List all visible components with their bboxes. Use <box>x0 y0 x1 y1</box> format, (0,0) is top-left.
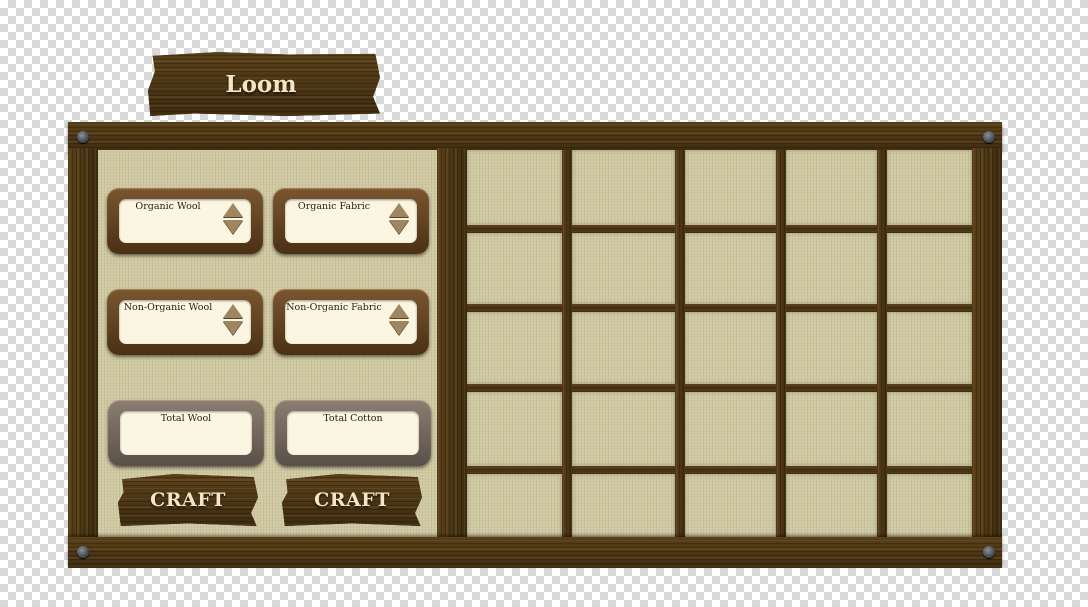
inventory-slot[interactable] <box>572 150 675 225</box>
inventory-slot[interactable] <box>887 474 972 538</box>
inventory-slot[interactable] <box>786 392 877 466</box>
total-wool-field: Total Wool <box>108 400 264 466</box>
bolt-icon <box>983 131 995 143</box>
title-sign: Loom <box>148 52 380 116</box>
non-organic-fabric-decrease-icon[interactable] <box>389 321 409 335</box>
inventory-slot[interactable] <box>786 312 877 384</box>
inventory-slot[interactable] <box>685 392 776 466</box>
frame-top-rail <box>68 122 1002 152</box>
non-organic-wool-field[interactable]: Non-Organic Wool <box>107 289 263 355</box>
organic-wool-increase-icon[interactable] <box>223 203 243 217</box>
inventory-slot[interactable] <box>467 312 562 384</box>
grid-divider-horizontal <box>467 225 972 233</box>
organic-wool-field[interactable]: Organic Wool <box>107 188 263 254</box>
inventory-slot[interactable] <box>786 233 877 304</box>
organic-fabric-decrease-icon[interactable] <box>389 220 409 234</box>
frame-left-post <box>68 148 98 540</box>
organic-wool-label: Organic Wool <box>135 201 201 212</box>
inventory-slot[interactable] <box>887 233 972 304</box>
inventory-slot[interactable] <box>685 233 776 304</box>
grid-divider-vertical <box>675 150 685 538</box>
inventory-slot[interactable] <box>786 474 877 538</box>
inventory-slot[interactable] <box>887 392 972 466</box>
inventory-slot[interactable] <box>572 233 675 304</box>
inventory-slot[interactable] <box>467 233 562 304</box>
non-organic-wool-label: Non-Organic Wool <box>123 302 213 313</box>
inventory-slot[interactable] <box>467 150 562 225</box>
inventory-slot[interactable] <box>786 150 877 225</box>
organic-fabric-label: Organic Fabric <box>297 201 371 212</box>
total-cotton-label: Total Cotton <box>323 413 383 424</box>
inventory-slot[interactable] <box>467 474 562 538</box>
grid-divider-vertical <box>877 150 887 538</box>
craft-wool-button[interactable]: CRAFT <box>118 474 258 526</box>
inventory-slot[interactable] <box>467 392 562 466</box>
inventory-slot[interactable] <box>685 474 776 538</box>
organic-fabric-increase-icon[interactable] <box>389 203 409 217</box>
frame-right-post <box>972 148 1002 540</box>
organic-wool-decrease-icon[interactable] <box>223 220 243 234</box>
organic-wool-display: Organic Wool <box>119 199 251 243</box>
inventory-slot[interactable] <box>887 312 972 384</box>
total-wool-label: Total Wool <box>160 413 212 424</box>
total-wool-display: Total Wool <box>120 411 252 455</box>
inventory-slot[interactable] <box>685 150 776 225</box>
inventory-slot[interactable] <box>572 474 675 538</box>
window-title: Loom <box>225 70 297 98</box>
craft-cotton-button[interactable]: CRAFT <box>282 474 422 526</box>
grid-divider-vertical <box>562 150 572 538</box>
non-organic-wool-decrease-icon[interactable] <box>223 321 243 335</box>
frame-bottom-rail <box>68 537 1002 568</box>
non-organic-wool-increase-icon[interactable] <box>223 304 243 318</box>
grid-divider-vertical <box>776 150 786 538</box>
grid-divider-horizontal <box>467 384 972 392</box>
organic-fabric-field[interactable]: Organic Fabric <box>273 188 429 254</box>
organic-fabric-display: Organic Fabric <box>285 199 417 243</box>
frame-middle-post <box>437 148 467 540</box>
inventory-slot[interactable] <box>685 312 776 384</box>
grid-divider-horizontal <box>467 466 972 474</box>
non-organic-fabric-label: Non-Organic Fabric <box>286 302 382 313</box>
inventory-slot[interactable] <box>887 150 972 225</box>
non-organic-wool-display: Non-Organic Wool <box>119 300 251 344</box>
non-organic-fabric-display: Non-Organic Fabric <box>285 300 417 344</box>
inventory-slot[interactable] <box>572 392 675 466</box>
inventory-slot[interactable] <box>572 312 675 384</box>
craft-wool-button-label: CRAFT <box>150 489 226 511</box>
total-cotton-field: Total Cotton <box>275 400 431 466</box>
non-organic-fabric-field[interactable]: Non-Organic Fabric <box>273 289 429 355</box>
grid-divider-horizontal <box>467 304 972 312</box>
bolt-icon <box>77 546 89 558</box>
total-cotton-display: Total Cotton <box>287 411 419 455</box>
bolt-icon <box>983 546 995 558</box>
bolt-icon <box>77 131 89 143</box>
craft-cotton-button-label: CRAFT <box>314 489 390 511</box>
non-organic-fabric-increase-icon[interactable] <box>389 304 409 318</box>
